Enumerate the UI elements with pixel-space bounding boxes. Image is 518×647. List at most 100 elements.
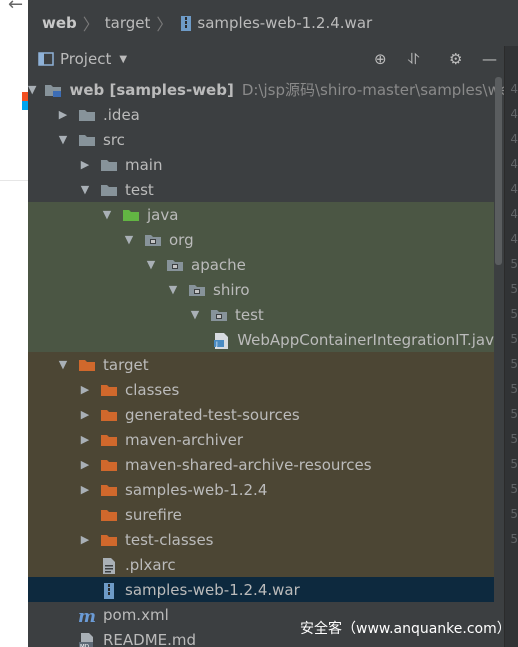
expand-right-icon[interactable]: ▶ — [78, 458, 92, 471]
settings-icon[interactable]: ⚙ — [449, 50, 462, 68]
tree-item-label: test — [235, 305, 264, 324]
locate-icon[interactable]: ⊕ — [374, 50, 387, 68]
chevron-down-icon[interactable]: ▼ — [119, 54, 127, 65]
module-folder-icon — [44, 82, 62, 98]
tree-item-label: classes — [125, 380, 180, 399]
tree-item-label: pom.xml — [103, 605, 169, 624]
chevron-right-icon: 〉 — [156, 15, 173, 34]
hide-icon[interactable]: — — [482, 50, 497, 68]
expand-right-icon[interactable]: ▶ — [78, 433, 92, 446]
excluded-folder-icon — [100, 382, 118, 398]
tree-item[interactable]: surefire — [28, 502, 494, 527]
breadcrumb-item-web[interactable]: web — [42, 14, 77, 32]
tree-item-label: shiro — [213, 280, 250, 299]
tree-item[interactable]: ▼ src — [28, 127, 494, 152]
expand-down-icon[interactable]: ▼ — [78, 183, 92, 196]
expand-right-icon[interactable]: ▶ — [78, 383, 92, 396]
tree-item[interactable]: ▶ test-classes — [28, 527, 494, 552]
tree-item-label: maven-archiver — [125, 430, 244, 449]
tree-item[interactable]: ▶ main — [28, 152, 494, 177]
tree-item-label: apache — [191, 255, 246, 274]
folder-icon — [100, 182, 118, 198]
package-icon — [166, 257, 184, 273]
tree-item[interactable]: ▼ target — [28, 352, 494, 377]
gutter-line-number: 5 — [510, 332, 518, 346]
tree-item[interactable]: J WebAppContainerIntegrationIT.jav — [28, 327, 494, 352]
expand-down-icon[interactable]: ▼ — [166, 283, 180, 296]
project-tree: ▼ web [samples-web] D:\jsp源码\shiro-master\… — [28, 77, 518, 647]
expand-down-icon[interactable]: ▼ — [188, 308, 202, 321]
excluded-folder-icon — [100, 432, 118, 448]
source-folder-icon — [122, 207, 140, 223]
tree-item-label: README.md — [103, 630, 197, 647]
tree-item-label: samples-web-1.2.4 — [125, 480, 268, 499]
gutter-line-number: 5 — [510, 357, 518, 371]
folder-icon — [78, 107, 96, 123]
tree-item[interactable]: ▶ generated-test-sources — [28, 402, 494, 427]
tree-item[interactable]: ▼ shiro — [28, 277, 494, 302]
tree-item[interactable]: ▶ maven-shared-archive-resources — [28, 452, 494, 477]
svg-text:m: m — [78, 607, 96, 625]
tree-item[interactable]: ▼ test — [28, 177, 494, 202]
tree-item-label: samples-web-1.2.4.war — [125, 580, 300, 599]
tree-item-label: web [samples-web] — [69, 80, 234, 99]
tree-item[interactable]: ▼ web [samples-web] D:\jsp源码\shiro-master\… — [28, 77, 518, 102]
tree-item-label: target — [103, 355, 149, 374]
expand-down-icon[interactable]: ▼ — [56, 358, 70, 371]
tree-item[interactable]: ▶ maven-archiver — [28, 427, 494, 452]
expand-right-icon[interactable]: ▶ — [78, 408, 92, 421]
tree-item-label: org — [169, 230, 194, 249]
expand-right-icon[interactable]: ▶ — [78, 158, 92, 171]
folder-icon — [78, 132, 96, 148]
package-icon — [188, 282, 206, 298]
archive-file-icon — [181, 15, 192, 31]
tree-item[interactable]: ▼ org — [28, 227, 494, 252]
breadcrumb-label: samples-web-1.2.4.war — [197, 14, 373, 32]
gutter-line-number: 5 — [510, 507, 518, 521]
project-view-icon — [38, 52, 54, 66]
expand-right-icon[interactable]: ▶ — [56, 108, 70, 121]
tree-item[interactable]: ▼ test — [28, 302, 494, 327]
expand-down-icon[interactable]: ▼ — [100, 208, 114, 221]
gutter-line-number: 5 — [510, 282, 518, 296]
archive-file-icon — [100, 582, 118, 599]
tree-item[interactable]: ▼ apache — [28, 252, 494, 277]
left-window-edge: ← — [0, 0, 28, 647]
maven-icon: m — [78, 607, 96, 627]
tree-item[interactable]: ▶ classes — [28, 377, 494, 402]
tree-item-label: .plxarc — [125, 555, 176, 574]
tree-item-label: test-classes — [125, 530, 214, 549]
toolwindow-title[interactable]: Project — [60, 50, 111, 68]
collapse-all-icon[interactable]: ⥯ — [408, 50, 419, 68]
svg-text:J: J — [215, 341, 218, 348]
expand-down-icon[interactable]: ▼ — [144, 258, 158, 271]
tree-item-label: WebAppContainerIntegrationIT.jav — [237, 330, 494, 349]
tree-item[interactable]: ▶ .idea — [28, 102, 494, 127]
text-file-icon — [100, 557, 118, 574]
gutter-line-number: 5 — [510, 457, 518, 471]
expand-right-icon[interactable]: ▶ — [78, 483, 92, 496]
tree-item[interactable]: ▶ samples-web-1.2.4 — [28, 477, 494, 502]
breadcrumb-label: target — [104, 14, 151, 32]
breadcrumb-item-target[interactable]: target — [105, 14, 151, 32]
gutter-line-number: 4 — [510, 82, 518, 96]
gutter-line-number: 5 — [510, 482, 518, 496]
svg-text:MD: MD — [80, 644, 89, 647]
back-arrow-icon[interactable]: ← — [8, 0, 23, 15]
tree-item[interactable]: samples-web-1.2.4.war — [28, 577, 494, 602]
tree-item[interactable]: .plxarc — [28, 552, 494, 577]
gutter-line-number: 5 — [510, 532, 518, 546]
tree-item-label: src — [103, 130, 125, 149]
breadcrumb: web 〉 target 〉 samples-web-1.2.4.war — [28, 0, 518, 47]
tree-item-label: generated-test-sources — [125, 405, 300, 424]
editor-gutter: 4 4 4 4 4 4 4 5 5 5 5 5 5 5 5 5 5 5 5 — [504, 46, 518, 647]
tree-item-label: test — [125, 180, 154, 199]
expand-down-icon[interactable]: ▼ — [28, 83, 36, 96]
expand-right-icon[interactable]: ▶ — [78, 533, 92, 546]
expand-down-icon[interactable]: ▼ — [56, 133, 70, 146]
breadcrumb-item-war[interactable]: samples-web-1.2.4.war — [178, 14, 372, 32]
tree-scrollbar[interactable] — [495, 77, 502, 265]
expand-down-icon[interactable]: ▼ — [122, 233, 136, 246]
tree-item-label: surefire — [125, 505, 182, 524]
tree-item[interactable]: ▼ java — [28, 202, 494, 227]
